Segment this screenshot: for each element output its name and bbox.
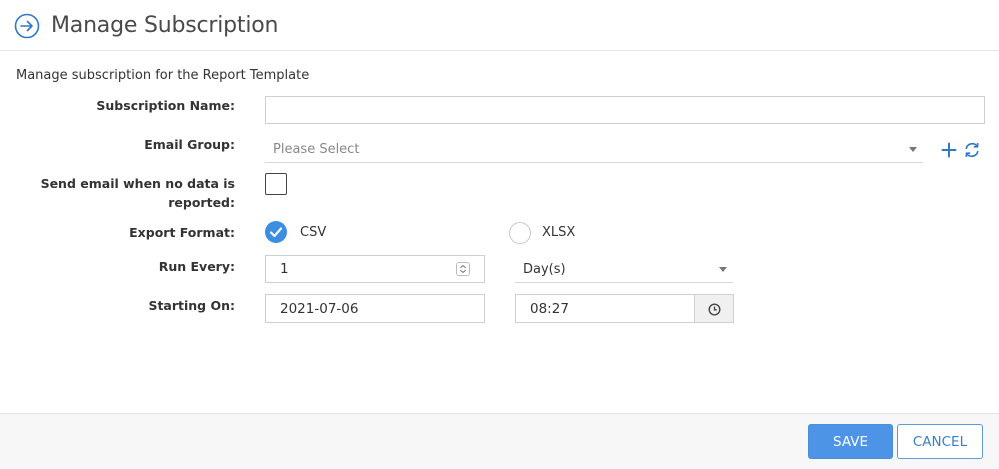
run-every-unit-select[interactable]: Day(s): [515, 256, 733, 283]
send-empty-label-line1: Send email when no data is: [40, 176, 235, 191]
refresh-icon[interactable]: [963, 141, 981, 159]
email-group-placeholder: Please Select: [273, 141, 360, 157]
send-empty-checkbox[interactable]: [265, 173, 287, 195]
run-every-input[interactable]: 1: [265, 255, 485, 283]
start-time-input[interactable]: 08:27: [515, 294, 695, 323]
xlsx-radio[interactable]: [509, 222, 531, 244]
email-group-label: Email Group:: [144, 137, 235, 152]
chevron-down-icon: [719, 267, 727, 272]
send-empty-label-line2: reported:: [168, 195, 235, 210]
export-format-label: Export Format:: [129, 225, 235, 240]
run-every-unit-value: Day(s): [523, 261, 566, 277]
send-empty-label: Send email when no data is reported:: [41, 174, 235, 212]
page-title: Manage Subscription: [51, 13, 279, 38]
cancel-button[interactable]: CANCEL: [897, 424, 983, 459]
form-description: Manage subscription for the Report Templ…: [16, 68, 310, 83]
save-button[interactable]: SAVE: [808, 424, 893, 459]
start-date-input[interactable]: 2021-07-06: [265, 294, 485, 323]
xlsx-label[interactable]: XLSX: [542, 225, 575, 240]
subscription-name-label: Subscription Name:: [96, 98, 235, 113]
clock-icon: [708, 303, 721, 316]
spinner-arrows-icon[interactable]: [456, 262, 470, 276]
subscription-name-input[interactable]: [265, 96, 985, 124]
csv-radio[interactable]: [265, 221, 287, 243]
plus-icon[interactable]: [941, 142, 957, 158]
arrow-circle-right-icon: [14, 13, 40, 39]
starting-on-label: Starting On:: [148, 298, 235, 313]
chevron-down-icon: [909, 147, 917, 152]
checkmark-icon: [269, 227, 283, 238]
csv-label[interactable]: CSV: [300, 225, 326, 240]
email-group-select[interactable]: Please Select: [265, 136, 923, 163]
run-every-label: Run Every:: [158, 259, 235, 274]
modal-header: Manage Subscription: [0, 0, 999, 51]
time-picker-button[interactable]: [694, 294, 734, 323]
run-every-value: 1: [280, 261, 289, 277]
